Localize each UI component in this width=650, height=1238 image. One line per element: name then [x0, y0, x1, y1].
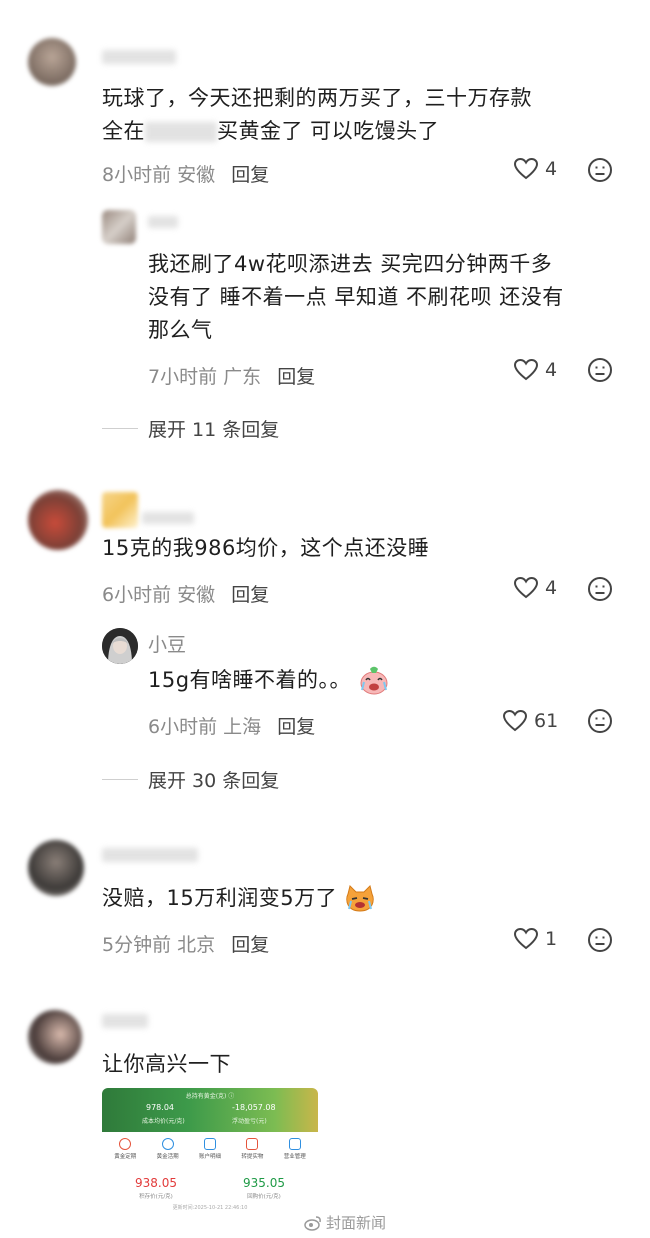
reply-button[interactable]: 回复 [231, 164, 269, 186]
comment-meta: 6小时前 安徽 回复 [102, 584, 270, 606]
reply-text: 我还刷了4w花呗添进去 买完四分钟两千多 没有了 睡不着一点 早知道 不刷花呗 … [148, 252, 564, 342]
reply-button[interactable]: 回复 [277, 366, 315, 388]
avatar[interactable] [102, 628, 138, 664]
comment-text: 玩球了，今天还把剩的两万买了，三十万存款 全在 买黄金了 可以吃馒头了 [102, 86, 532, 143]
username[interactable] [142, 512, 194, 524]
dislike-button[interactable] [587, 708, 613, 738]
like-button[interactable]: 4 [513, 157, 557, 181]
tab-physical-withdraw: 转提实物 [241, 1138, 263, 1160]
comment-meta: 8小时前 安徽 回复 [102, 164, 270, 186]
username[interactable] [102, 1014, 148, 1028]
reply-meta: 7小时前 广东 回复 [148, 366, 316, 388]
tab-gold-fixed: 黄金定期 [114, 1138, 136, 1160]
divider [102, 779, 138, 780]
heart-icon [513, 927, 539, 950]
dislike-button[interactable] [587, 357, 613, 387]
function-tabs: 黄金定期 黄金活期 账户明细 转提实物 营业管理 [102, 1132, 318, 1160]
angry-cat-emoji-icon [346, 885, 374, 912]
avatar[interactable] [28, 490, 88, 550]
deposit-price: 938.05 积存价(元/克) [135, 1176, 177, 1200]
weibo-logo-icon [304, 1215, 321, 1231]
expand-replies-button[interactable]: 展开 30 条回复 [102, 766, 279, 793]
tab-business-management: 营业管理 [284, 1138, 306, 1160]
float-pl-label: 浮动盈亏(元) [232, 1118, 267, 1125]
like-button[interactable]: 4 [513, 358, 557, 382]
like-count: 4 [545, 577, 558, 599]
like-count: 4 [545, 158, 558, 180]
avg-cost-label: 成本均价(元/克) [142, 1118, 185, 1125]
girl-avatar-icon [102, 628, 138, 664]
username[interactable] [148, 216, 178, 228]
like-count: 1 [545, 928, 558, 950]
like-count: 61 [534, 710, 559, 732]
comment-text: 15克的我986均价，这个点还没睡 [102, 536, 430, 560]
frown-face-icon [588, 709, 612, 733]
frown-face-icon [588, 358, 612, 382]
frown-face-icon [588, 928, 612, 952]
reply-button[interactable]: 回复 [277, 716, 315, 738]
like-button[interactable]: 1 [513, 927, 557, 951]
reply-button[interactable]: 回复 [231, 934, 269, 956]
attached-image[interactable]: 总持有黄金(克) ⓘ 978.04 成本均价(元/克) -18,057.08 浮… [102, 1088, 318, 1234]
gold-summary-header: 总持有黄金(克) ⓘ 978.04 成本均价(元/克) -18,057.08 浮… [102, 1088, 318, 1132]
like-button[interactable]: 61 [502, 709, 558, 733]
username-badge[interactable] [102, 492, 138, 528]
heart-icon [513, 358, 539, 381]
reply-text: 15g有啥睡不着的。。 [148, 664, 390, 697]
frown-face-icon [588, 577, 612, 601]
tab-gold-current: 黄金活期 [157, 1138, 179, 1160]
reply-button[interactable]: 回复 [231, 584, 269, 606]
crying-face-emoji-icon [360, 666, 388, 695]
frown-face-icon [588, 158, 612, 182]
watermark: 封面新闻 [304, 1212, 386, 1233]
username[interactable]: 小豆 [148, 630, 186, 657]
header-label: 总持有黄金(克) ⓘ [185, 1093, 235, 1100]
like-count: 4 [545, 359, 558, 381]
dislike-button[interactable] [587, 157, 613, 187]
comment-text: 没赔，15万利润变5万了 [102, 882, 376, 915]
like-button[interactable]: 4 [513, 576, 557, 600]
buyback-price: 935.05 回购价(元/克) [243, 1176, 285, 1200]
reply-meta: 6小时前 上海 回复 [148, 716, 316, 738]
avatar[interactable] [28, 840, 84, 896]
update-time: 更新时间:2025-10-21 22:46:10 [172, 1205, 248, 1211]
expand-replies-button[interactable]: 展开 11 条回复 [102, 415, 279, 442]
heart-icon [513, 576, 539, 599]
heart-icon [513, 157, 539, 180]
divider [102, 428, 138, 429]
dislike-button[interactable] [587, 576, 613, 606]
redacted-text [145, 122, 217, 142]
avg-cost-value: 978.04 [146, 1103, 174, 1112]
avatar[interactable] [102, 210, 136, 244]
heart-icon [502, 709, 528, 732]
price-panel: 938.05 积存价(元/克) 935.05 回购价(元/克) [102, 1176, 318, 1200]
float-pl-value: -18,057.08 [232, 1103, 276, 1112]
avatar[interactable] [28, 1010, 82, 1064]
avatar[interactable] [28, 38, 76, 86]
dislike-button[interactable] [587, 927, 613, 957]
tab-account-details: 账户明细 [199, 1138, 221, 1160]
comment-text: 让你高兴一下 [102, 1052, 231, 1076]
comment-meta: 5分钟前 北京 回复 [102, 934, 270, 956]
username[interactable] [102, 848, 198, 862]
username[interactable] [102, 50, 176, 64]
